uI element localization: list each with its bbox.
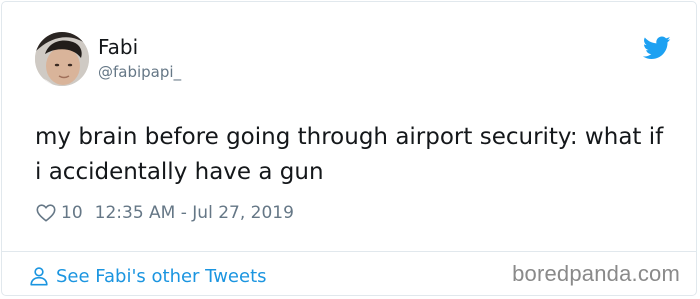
author-display-name[interactable]: Fabi: [98, 34, 138, 60]
person-outline-icon: [30, 267, 48, 286]
heart-outline-icon[interactable]: [35, 202, 57, 224]
tweet-text: my brain before going through airport se…: [35, 124, 664, 185]
like-count: 10: [61, 203, 83, 223]
watermark-logo: boredpanda.com: [512, 261, 680, 286]
see-other-tweets-link[interactable]: See Fabi's other Tweets: [28, 264, 267, 288]
avatar[interactable]: [35, 32, 89, 86]
twitter-bird-icon[interactable]: [643, 36, 671, 60]
footer-divider: [2, 251, 696, 252]
tweet-timestamp[interactable]: 12:35 AM - Jul 27, 2019: [95, 203, 294, 223]
avatar-image: [35, 32, 89, 86]
tweet-card: Fabi @fabipapi_ my brain before going th…: [1, 1, 697, 296]
see-other-tweets-label: See Fabi's other Tweets: [56, 265, 267, 287]
tweet-meta: 10 12:35 AM - Jul 27, 2019: [35, 201, 294, 225]
author-handle[interactable]: @fabipapi_: [98, 62, 181, 82]
